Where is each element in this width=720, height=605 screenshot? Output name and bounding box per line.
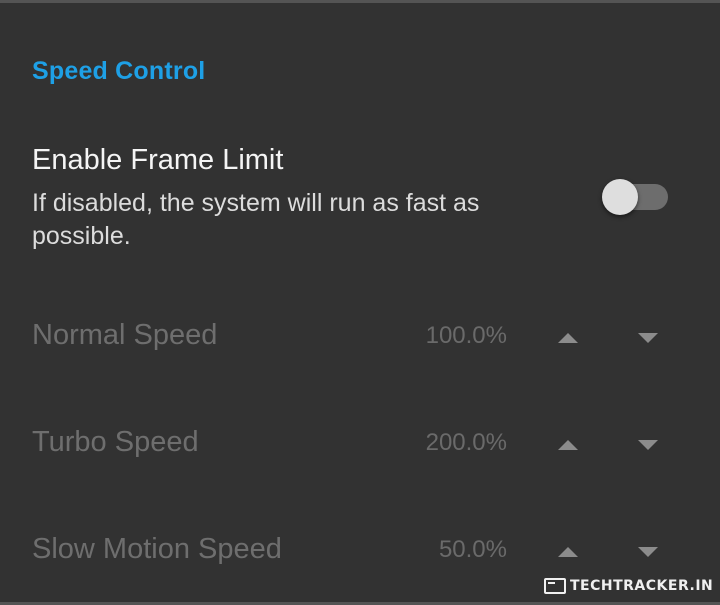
frame-limit-toggle[interactable]	[602, 179, 668, 215]
triangle-down-icon	[638, 547, 658, 557]
normal-speed-row: Normal Speed 100.0%	[0, 309, 720, 369]
browser-window-icon	[544, 578, 566, 594]
turbo-speed-decrease-button[interactable]	[628, 430, 668, 460]
normal-speed-increase-button[interactable]	[548, 323, 588, 353]
triangle-up-icon	[558, 333, 578, 343]
section-title: Speed Control	[32, 57, 206, 85]
turbo-speed-row: Turbo Speed 200.0%	[0, 416, 720, 476]
turbo-speed-value: 200.0%	[425, 429, 507, 456]
triangle-down-icon	[638, 440, 658, 450]
triangle-down-icon	[638, 333, 658, 343]
watermark-text: TECHTRACKER.IN	[570, 578, 714, 594]
toggle-thumb	[602, 179, 638, 215]
slow-motion-speed-label: Slow Motion Speed	[32, 533, 282, 565]
normal-speed-decrease-button[interactable]	[628, 323, 668, 353]
normal-speed-value: 100.0%	[425, 322, 507, 349]
watermark: TECHTRACKER.IN	[544, 575, 713, 597]
triangle-up-icon	[558, 440, 578, 450]
turbo-speed-label: Turbo Speed	[32, 426, 199, 458]
slow-motion-speed-increase-button[interactable]	[548, 537, 588, 567]
triangle-up-icon	[558, 547, 578, 557]
frame-limit-description: If disabled, the system will run as fast…	[32, 189, 480, 250]
turbo-speed-increase-button[interactable]	[548, 430, 588, 460]
slow-motion-speed-row: Slow Motion Speed 50.0%	[0, 523, 720, 583]
settings-screen: Speed Control Enable Frame Limit If disa…	[0, 0, 720, 605]
slow-motion-speed-value: 50.0%	[438, 536, 507, 563]
normal-speed-label: Normal Speed	[32, 319, 218, 351]
frame-limit-title: Enable Frame Limit	[32, 144, 284, 176]
slow-motion-speed-decrease-button[interactable]	[628, 537, 668, 567]
